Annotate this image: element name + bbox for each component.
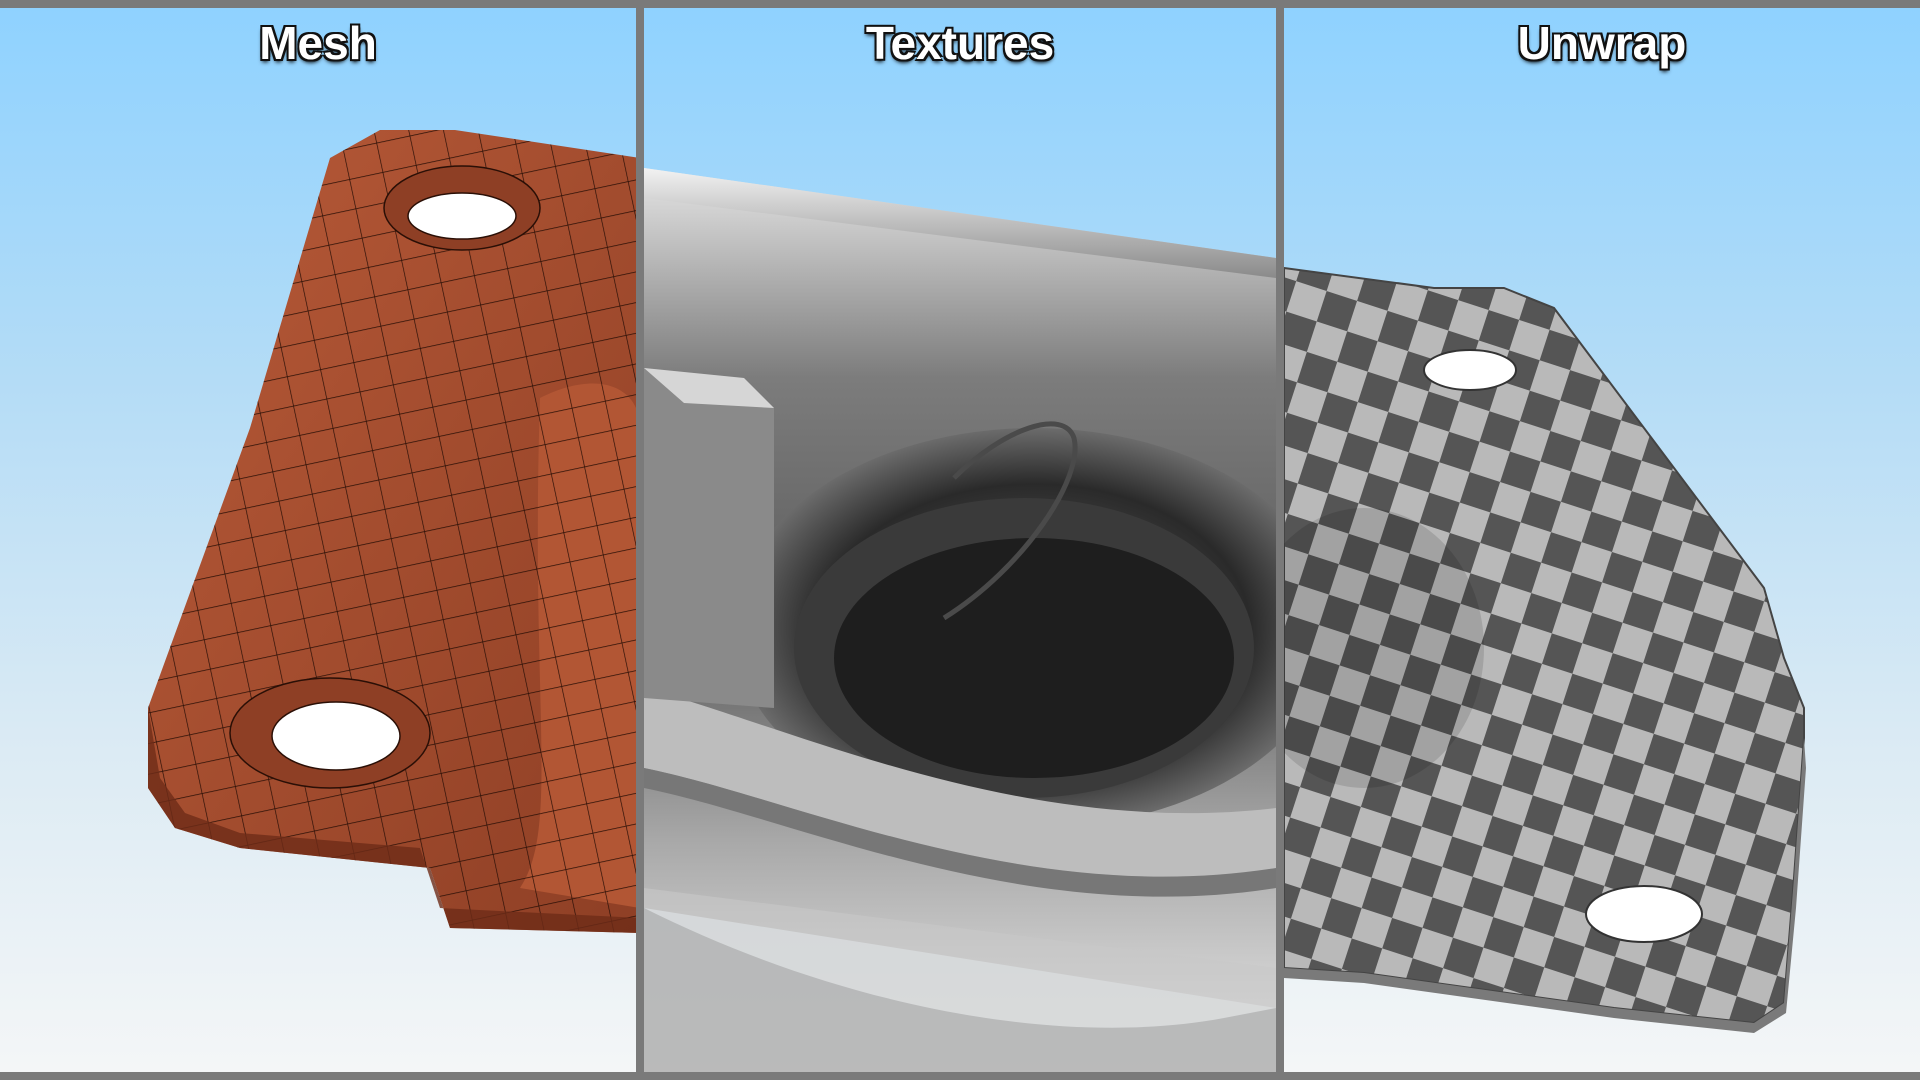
mesh-top-hole [407,192,517,240]
panel-title-mesh: Mesh [259,17,377,69]
panel-title-textures: Textures [865,17,1055,69]
unwrap-render [1284,266,1806,1033]
mesh-render [148,130,636,933]
mesh-bottom-hole [271,701,401,771]
unwrap-top-hole [1423,349,1517,391]
unwrap-panel: Unwrap [1284,8,1920,1072]
render-frame: Mesh Textures Unwrap [0,0,1920,1080]
unwrap-bottom-hole [1585,885,1703,943]
textures-render [644,168,1276,1072]
panel-title-unwrap: Unwrap [1517,17,1687,69]
textures-panel: Textures [644,8,1276,1072]
mesh-panel: Mesh [0,8,636,1072]
